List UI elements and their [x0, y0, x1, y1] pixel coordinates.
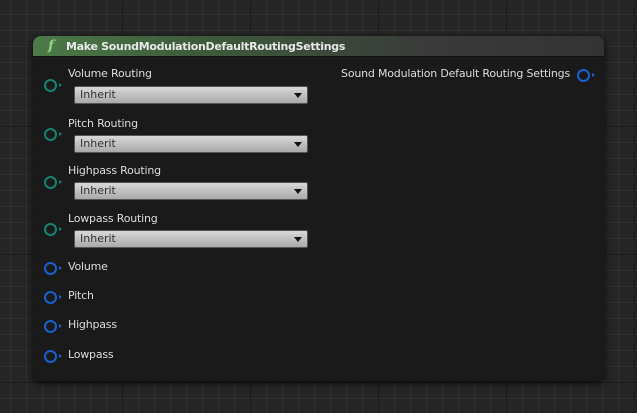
volume-routing-dropdown[interactable]: Inherit — [74, 86, 308, 104]
pitch-routing-pin[interactable] — [44, 128, 62, 141]
volume-routing-pin[interactable] — [44, 79, 62, 92]
pitch-pin[interactable] — [44, 291, 62, 304]
lowpass-routing-label: Lowpass Routing — [68, 212, 158, 225]
pitch-label: Pitch — [68, 289, 94, 302]
lowpass-label: Lowpass — [68, 348, 114, 361]
chevron-down-icon — [294, 93, 302, 98]
highpass-routing-dropdown[interactable]: Inherit — [74, 182, 308, 200]
highpass-routing-label: Highpass Routing — [68, 164, 161, 177]
volume-pin[interactable] — [44, 262, 62, 275]
chevron-down-icon — [294, 237, 302, 242]
dropdown-value: Inherit — [80, 232, 116, 245]
lowpass-routing-pin[interactable] — [44, 223, 62, 236]
node-header[interactable]: f Make SoundModulationDefaultRoutingSett… — [33, 36, 604, 57]
output-pin[interactable] — [577, 69, 595, 82]
node-title: Make SoundModulationDefaultRoutingSettin… — [66, 39, 346, 53]
output-label: Sound Modulation Default Routing Setting… — [341, 67, 570, 80]
chevron-down-icon — [294, 189, 302, 194]
highpass-routing-pin[interactable] — [44, 176, 62, 189]
make-routing-settings-node[interactable]: f Make SoundModulationDefaultRoutingSett… — [33, 36, 604, 381]
highpass-label: Highpass — [68, 318, 117, 331]
dropdown-value: Inherit — [80, 137, 116, 150]
pitch-routing-dropdown[interactable]: Inherit — [74, 135, 308, 153]
dropdown-value: Inherit — [80, 184, 116, 197]
lowpass-routing-dropdown[interactable]: Inherit — [74, 230, 308, 248]
lowpass-pin[interactable] — [44, 350, 62, 363]
pitch-routing-label: Pitch Routing — [68, 117, 138, 130]
highpass-pin[interactable] — [44, 320, 62, 333]
volume-routing-label: Volume Routing — [68, 67, 152, 80]
volume-label: Volume — [68, 260, 108, 273]
function-icon: f — [48, 38, 55, 54]
chevron-down-icon — [294, 142, 302, 147]
dropdown-value: Inherit — [80, 88, 116, 101]
